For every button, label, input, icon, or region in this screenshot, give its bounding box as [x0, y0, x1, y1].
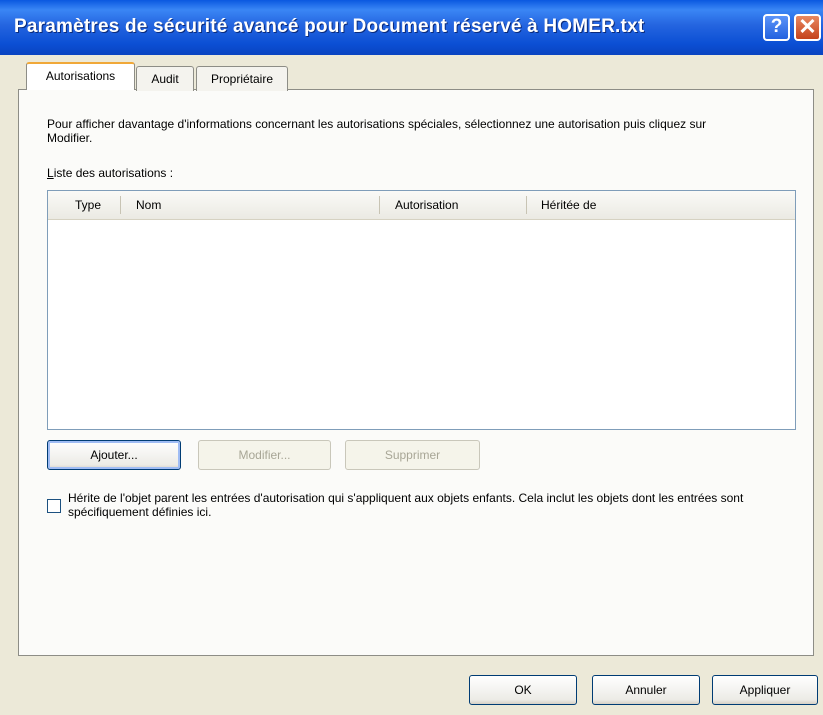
- close-button[interactable]: ✕: [794, 14, 821, 41]
- security-settings-dialog: Paramètres de sécurité avancé pour Docum…: [0, 0, 823, 715]
- close-icon: ✕: [798, 14, 817, 39]
- column-divider[interactable]: [526, 196, 527, 214]
- column-header-heritee-de[interactable]: Héritée de: [541, 191, 596, 219]
- help-button[interactable]: ?: [763, 14, 790, 41]
- inherit-checkbox[interactable]: [47, 499, 61, 513]
- permissions-list[interactable]: Type Nom Autorisation Héritée de: [47, 190, 796, 430]
- column-header-type[interactable]: Type: [75, 191, 101, 219]
- permissions-list-label: Liste des autorisations :: [47, 166, 173, 180]
- tab-audit[interactable]: Audit: [136, 66, 194, 91]
- apply-button[interactable]: Appliquer: [712, 675, 818, 705]
- window-title: Paramètres de sécurité avancé pour Docum…: [14, 16, 645, 37]
- column-header-autorisation[interactable]: Autorisation: [395, 191, 458, 219]
- list-header: Type Nom Autorisation Héritée de: [48, 191, 795, 220]
- cancel-button[interactable]: Annuler: [592, 675, 700, 705]
- help-icon: ?: [770, 16, 783, 37]
- label-text: iste des autorisations :: [53, 166, 174, 180]
- description-text: Pour afficher davantage d'informations c…: [47, 117, 707, 145]
- edit-button[interactable]: Modifier...: [198, 440, 331, 470]
- column-header-nom[interactable]: Nom: [136, 191, 161, 219]
- column-divider[interactable]: [120, 196, 121, 214]
- ok-button[interactable]: OK: [469, 675, 577, 705]
- delete-button[interactable]: Supprimer: [345, 440, 480, 470]
- add-button[interactable]: Ajouter...: [47, 440, 181, 470]
- tab-autorisations[interactable]: Autorisations: [26, 62, 135, 90]
- inherit-checkbox-label[interactable]: Hérite de l'objet parent les entrées d'a…: [68, 491, 788, 519]
- title-bar[interactable]: Paramètres de sécurité avancé pour Docum…: [0, 0, 823, 55]
- label-mnemonic: L: [47, 166, 54, 180]
- tab-proprietaire[interactable]: Propriétaire: [196, 66, 288, 91]
- column-divider[interactable]: [379, 196, 380, 214]
